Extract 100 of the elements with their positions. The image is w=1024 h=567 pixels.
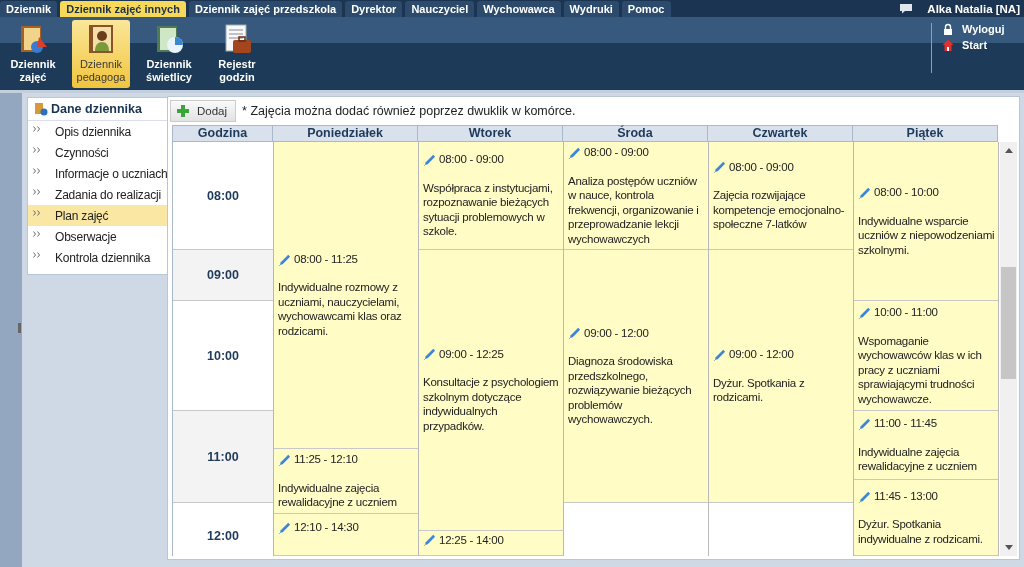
hour-cell: 09:00: [173, 250, 273, 301]
home-icon: [942, 39, 954, 51]
event-time: 11:00 - 11:45: [874, 416, 937, 431]
menu-tab[interactable]: Pomoc: [621, 1, 671, 17]
sidebar-item[interactable]: Zadania do realizacji: [28, 184, 167, 205]
column-header: Piątek: [853, 125, 998, 142]
sidebar-item[interactable]: Czynności: [28, 142, 167, 163]
pencil-icon[interactable]: [278, 521, 291, 534]
column-header: Środa: [563, 125, 708, 142]
pencil-icon[interactable]: [568, 145, 581, 159]
event-block[interactable]: 11:45 - 13:00 Dyżur. Spotkania indywidualne z rodzicami.: [854, 480, 998, 556]
event-time: 09:00 - 12:25: [439, 346, 504, 361]
menu-tab[interactable]: Dziennik zajęć przedszkola: [188, 1, 343, 17]
pencil-icon[interactable]: [858, 489, 871, 503]
event-block[interactable]: 09:00 - 12:25 Konsultacje z psychologiem szkolnym dotyczące indywidualnych przypadków.: [419, 250, 563, 531]
event-description: Analiza postępów uczniów w nauce, kontrola frekwencji, organizowanie i przeprowadzanie lekcji wychowawczych: [568, 173, 700, 246]
event-description: Dyżur. Spotkania indywidualne z rodzicami.: [858, 517, 984, 547]
event-description: Indywidualne wsparcie uczniów z niepowodzeniami szkolnymi.: [858, 213, 995, 257]
scroll-thumb[interactable]: [1001, 267, 1016, 379]
session-link[interactable]: Wyloguj: [942, 23, 1020, 35]
toolbar-button[interactable]: Dziennik zajęć: [4, 19, 62, 88]
scrollbar[interactable]: [1000, 142, 1017, 556]
pencil-icon[interactable]: [423, 533, 436, 547]
menu-tab[interactable]: Dyrektor: [345, 1, 403, 17]
event-description: Indywidualne rozmowy z uczniami, nauczycielami, wychowawcami klas oraz rodzicami.: [278, 280, 403, 339]
plus-icon: [177, 105, 189, 117]
column-header: Wtorek: [418, 125, 563, 142]
event-block[interactable]: 08:00 - 11:25 Indywidualne rozmowy z uczniami, nauczycielami, wychowawcami klas oraz rodzicami.: [274, 142, 418, 450]
hour-cell: 11:00: [173, 411, 273, 503]
sidebar-item[interactable]: Obserwacje: [28, 226, 167, 247]
pencil-icon[interactable]: [568, 326, 581, 340]
double-chevron-icon: [33, 167, 41, 174]
menu-tab[interactable]: Wychowawca: [477, 1, 561, 17]
event-description: Indywidualne zajęcia rewalidacyjne z uczniem: [858, 444, 978, 474]
chat-icon[interactable]: [899, 3, 914, 14]
event-time: 12:25 - 14:00: [439, 532, 504, 547]
sidebar-item[interactable]: Opis dziennika: [28, 121, 167, 142]
sidebar-title: Dane dziennika: [51, 102, 142, 116]
event-block[interactable]: 08:00 - 09:00 Zajęcia rozwijające kompetencje emocjonalno-społeczne 7-latków: [709, 142, 853, 250]
event-description: Diagnoza środowiska przedszkolnego, rozwiązywanie bieżących problemów wychowawczych.: [568, 354, 693, 427]
event-time: 10:00 - 11:00: [874, 305, 938, 320]
event-description: Dyżur. Spotkania z rodzicami.: [713, 375, 806, 405]
event-block[interactable]: 08:00 - 10:00 Indywidualne wsparcie uczniów z niepowodzeniami szkolnymi.: [854, 142, 998, 301]
pencil-icon[interactable]: [423, 347, 436, 361]
double-chevron-icon: [33, 209, 41, 216]
hint-text: * Zajęcia można dodać również poprzez dwuklik w komórce.: [242, 104, 576, 118]
sidebar-item[interactable]: Plan zajęć: [28, 205, 167, 226]
menu-tab[interactable]: Dziennik: [0, 1, 58, 17]
event-time: 08:00 - 09:00: [729, 159, 794, 174]
column-header: Godzina: [172, 125, 273, 142]
event-description: Indywidualne zajęcia rewalidacyjne z uczniem: [278, 480, 398, 510]
menu-tab[interactable]: Dziennik zajęć innych: [60, 1, 186, 17]
column-header: Czwartek: [708, 125, 853, 142]
event-block[interactable]: 09:00 - 12:00 Diagnoza środowiska przedszkolnego, rozwiązywanie bieżących problemów wychowawczych.: [564, 250, 708, 503]
event-time: 11:25 - 12:10: [294, 452, 358, 467]
menu-tab[interactable]: Nauczyciel: [405, 1, 475, 17]
double-chevron-icon: [33, 230, 41, 237]
user-name: Alka Natalia [NA]: [927, 3, 1020, 15]
event-time: 11:45 - 13:00: [874, 488, 938, 504]
pencil-icon[interactable]: [858, 305, 871, 319]
event-block[interactable]: 10:00 - 11:00 Wspomaganie wychowawców klas w ich pracy z uczniami sprawiającymi trudności wychowawcze.: [854, 301, 998, 411]
document-info-icon: [34, 102, 48, 116]
event-block[interactable]: 11:00 - 11:45 Indywidualne zajęcia rewalidacyjne z uczniem: [854, 411, 998, 480]
event-description: Konsultacje z psychologiem szkolnym dotyczące indywidualnych przypadków.: [423, 375, 560, 433]
pencil-icon[interactable]: [278, 252, 291, 266]
double-chevron-icon: [33, 146, 41, 153]
pencil-icon[interactable]: [713, 348, 726, 361]
event-block[interactable]: 09:00 - 12:00 Dyżur. Spotkania z rodzicami.: [709, 250, 853, 503]
double-chevron-icon: [33, 188, 41, 195]
scroll-up-icon[interactable]: [1004, 148, 1013, 153]
add-button[interactable]: Dodaj: [170, 100, 237, 122]
toolbar-button[interactable]: Dziennik pedagoga: [72, 19, 130, 88]
event-time: 09:00 - 12:00: [729, 347, 794, 362]
pencil-icon[interactable]: [858, 417, 871, 430]
lock-icon: [942, 23, 954, 35]
sidebar-item[interactable]: Kontrola dziennika: [28, 247, 167, 268]
event-description: Wspomaganie wychowawców klas w ich pracy z uczniami sprawiającymi trudności wychowawcze.: [858, 333, 983, 406]
event-time: 08:00 - 09:00: [439, 152, 504, 167]
event-time: 08:00 - 10:00: [874, 185, 939, 200]
event-block[interactable]: 08:00 - 09:00 Analiza postępów uczniów w nauce, kontrola frekwencji, organizowanie i przeprowadzanie lekcji wychowawczych: [564, 142, 708, 250]
pencil-icon[interactable]: [713, 160, 726, 174]
double-chevron-icon: [33, 251, 41, 258]
event-time: 08:00 - 11:25: [294, 251, 358, 267]
sidebar-item[interactable]: Informacje o uczniach: [28, 163, 167, 184]
pencil-icon[interactable]: [278, 453, 291, 467]
toolbar-button[interactable]: Rejestr godzin: [208, 19, 266, 88]
menu-tab[interactable]: Wydruki: [563, 1, 619, 17]
scroll-down-icon[interactable]: [1004, 545, 1013, 550]
column-header: Poniedziałek: [273, 125, 418, 142]
event-time: 09:00 - 12:00: [584, 325, 649, 340]
pencil-icon[interactable]: [858, 185, 871, 199]
event-block[interactable]: 08:00 - 09:00 Współpraca z instytucjami, rozpoznawanie bieżących sytuacji problemowych w szkole.: [419, 142, 563, 250]
event-time: 08:00 - 09:00: [584, 145, 649, 160]
event-block[interactable]: 11:25 - 12:10 Indywidualne zajęcia rewalidacyjne z uczniem: [274, 449, 418, 514]
toolbar-button[interactable]: Dziennik świetlicy: [140, 19, 198, 88]
pencil-icon[interactable]: [423, 153, 436, 166]
session-link[interactable]: Start: [942, 39, 1020, 51]
event-block[interactable]: 12:10 - 14:30: [274, 514, 418, 556]
event-block[interactable]: 12:25 - 14:00: [419, 530, 563, 556]
double-chevron-icon: [33, 125, 41, 132]
